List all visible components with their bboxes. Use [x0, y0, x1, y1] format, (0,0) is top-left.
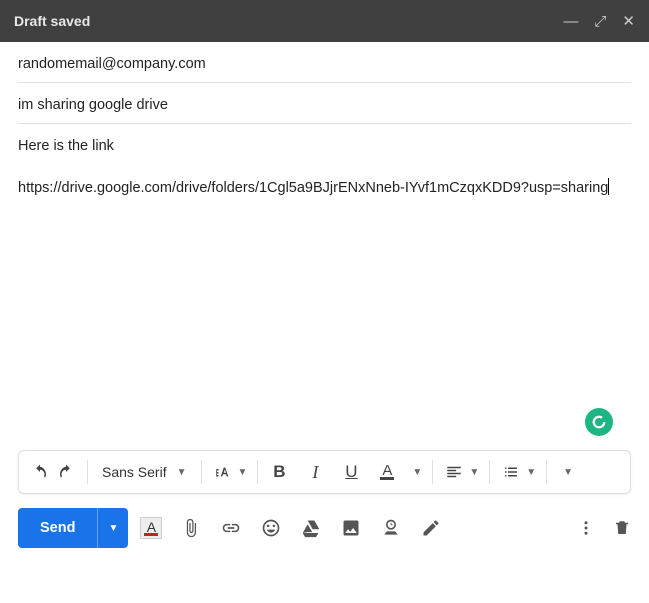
link-icon[interactable] [220, 517, 242, 539]
chevron-down-icon: ▼ [412, 467, 422, 478]
send-more-button[interactable]: ▼ [97, 508, 128, 548]
minimize-icon[interactable]: — [563, 13, 578, 30]
to-field[interactable]: randomemail@company.com [18, 42, 631, 83]
send-button-group: Send ▼ [18, 508, 128, 548]
font-size-button[interactable] [212, 458, 234, 486]
grammarly-fab[interactable] [585, 408, 613, 436]
emoji-icon[interactable] [260, 517, 282, 539]
subject-field[interactable]: im sharing google drive [18, 83, 631, 124]
format-toolbar: Sans Serif ▼ ▼ B I U A ▼ ▼ ▼ ▼ [18, 450, 631, 494]
text-color-button[interactable]: A [376, 458, 398, 486]
bold-button[interactable]: B [268, 458, 290, 486]
compose-fields: randomemail@company.com im sharing googl… [0, 42, 649, 124]
trash-icon[interactable] [613, 519, 631, 537]
list-button[interactable] [500, 458, 522, 486]
chevron-down-icon: ▼ [238, 467, 248, 478]
align-button[interactable] [443, 458, 465, 486]
close-icon[interactable]: ✕ [622, 12, 635, 30]
attach-icon[interactable] [180, 517, 202, 539]
send-button[interactable]: Send [18, 508, 97, 548]
expand-icon[interactable]: ⤢ [594, 13, 606, 30]
titlebar-actions: — ⤢ ✕ [563, 12, 635, 30]
schedule-icon[interactable] [380, 517, 402, 539]
compose-titlebar: Draft saved — ⤢ ✕ [0, 0, 649, 42]
text-cursor [608, 178, 609, 195]
compose-body[interactable]: Here is the link https://drive.google.co… [0, 124, 649, 444]
chevron-down-icon: ▼ [469, 467, 479, 478]
formatting-toggle[interactable]: A [140, 517, 162, 539]
more-icon[interactable] [577, 519, 595, 537]
compose-title: Draft saved [14, 13, 90, 29]
drive-icon[interactable] [300, 517, 322, 539]
body-text-line: Here is the link [18, 138, 631, 154]
redo-button[interactable] [55, 458, 77, 486]
chevron-down-icon: ▼ [177, 467, 187, 478]
undo-button[interactable] [29, 458, 51, 486]
pen-icon[interactable] [420, 517, 442, 539]
body-url: https://drive.google.com/drive/folders/1… [18, 178, 631, 200]
compose-right-tools [577, 519, 631, 537]
chevron-down-icon: ▼ [526, 467, 536, 478]
compose-bottom-bar: Send ▼ A [0, 494, 649, 548]
font-family-select[interactable]: Sans Serif ▼ [98, 464, 191, 480]
image-icon[interactable] [340, 517, 362, 539]
chevron-down-icon: ▼ [108, 523, 118, 534]
compose-tools: A [140, 517, 442, 539]
underline-button[interactable]: U [340, 458, 362, 486]
more-format-button[interactable]: ▼ [557, 458, 579, 486]
italic-button[interactable]: I [304, 458, 326, 486]
